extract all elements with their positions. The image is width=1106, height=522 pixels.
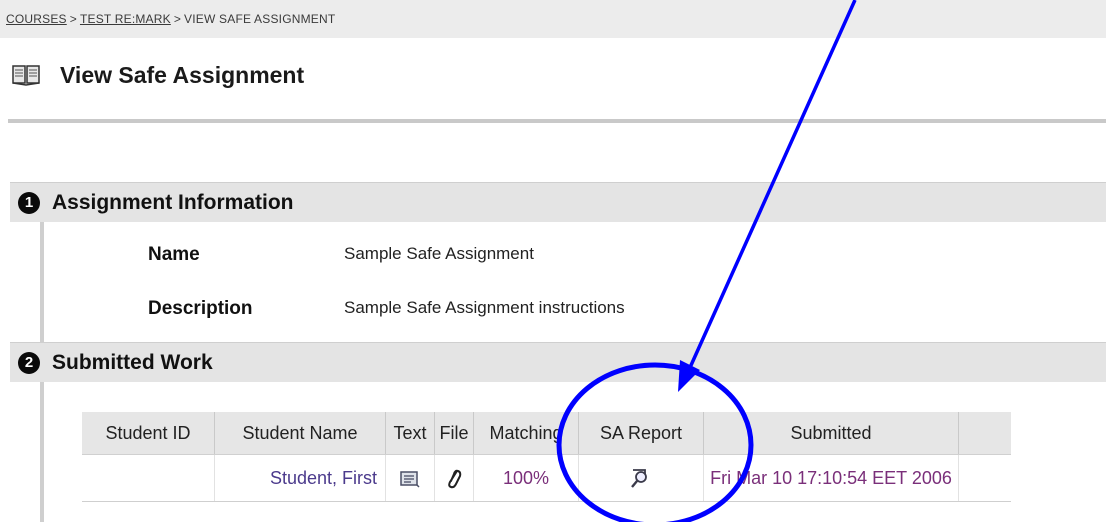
- page: COURSES > TEST RE:MARK > VIEW SAFE ASSIGNMEN…: [0, 0, 1106, 522]
- magnifier-report-icon[interactable]: [630, 467, 652, 489]
- description-label: Description: [148, 298, 253, 319]
- column-header-submitted[interactable]: Submitted: [703, 412, 959, 455]
- step-number-badge: 1: [18, 191, 40, 214]
- table-header-row: Student ID Student Name Text File Matchi…: [82, 412, 1011, 455]
- document-icon[interactable]: [400, 470, 420, 488]
- blank-cell: [958, 454, 1011, 502]
- submitted-date-link[interactable]: Fri Mar 10 17:10:54 EET 2006: [703, 454, 959, 502]
- title-divider: [8, 119, 1106, 123]
- section-rail: [40, 222, 44, 342]
- name-label: Name: [148, 244, 200, 265]
- breadcrumb-separator: >: [173, 12, 182, 26]
- breadcrumb-link-test-remark[interactable]: TEST RE:MARK: [80, 12, 171, 26]
- breadcrumb-current: VIEW SAFE ASSIGNMENT: [184, 12, 336, 26]
- column-header-student-id[interactable]: Student ID: [82, 412, 215, 455]
- description-value: Sample Safe Assignment instructions: [344, 298, 625, 317]
- column-header-matching[interactable]: Matching: [473, 412, 579, 455]
- paperclip-icon[interactable]: [446, 467, 462, 489]
- student-id-cell: [82, 454, 215, 502]
- section-rail: [40, 382, 44, 522]
- step-title: Assignment Information: [52, 190, 294, 214]
- name-value: Sample Safe Assignment: [344, 244, 534, 263]
- page-header: View Safe Assignment: [12, 58, 304, 92]
- table-row: Student, First 100% Fri Mar 10 17:10:54 …: [82, 454, 1011, 502]
- breadcrumb-separator: >: [69, 12, 77, 26]
- student-name-link[interactable]: Student, First: [214, 454, 386, 502]
- column-header-blank: [958, 412, 1011, 455]
- step-assignment-information: 1 Assignment Information: [10, 182, 1106, 222]
- matching-percentage-link[interactable]: 100%: [473, 454, 579, 502]
- step-number-badge: 2: [18, 351, 40, 374]
- column-header-student-name[interactable]: Student Name: [214, 412, 386, 455]
- column-header-file[interactable]: File: [434, 412, 474, 455]
- book-icon: [12, 65, 40, 86]
- column-header-text[interactable]: Text: [385, 412, 435, 455]
- column-header-sa-report[interactable]: SA Report: [578, 412, 704, 455]
- sa-report-cell: [578, 454, 704, 502]
- file-cell: [434, 454, 474, 502]
- page-title: View Safe Assignment: [60, 61, 305, 88]
- step-submitted-work: 2 Submitted Work: [10, 342, 1106, 382]
- submissions-table: Student ID Student Name Text File Matchi…: [82, 412, 1011, 502]
- text-cell: [385, 454, 435, 502]
- step-title: Submitted Work: [52, 350, 213, 374]
- breadcrumb: COURSES > TEST RE:MARK > VIEW SAFE ASSIGNMEN…: [0, 0, 1106, 38]
- breadcrumb-link-courses[interactable]: COURSES: [6, 12, 67, 26]
